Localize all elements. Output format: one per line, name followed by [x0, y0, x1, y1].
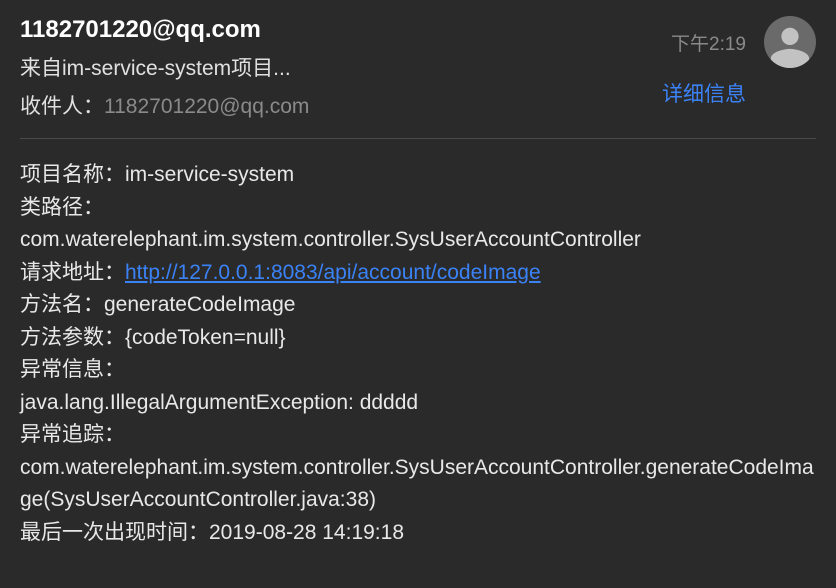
email-subject: 来自im-service-system项目... [20, 52, 596, 82]
url-label: 请求地址： [20, 257, 125, 290]
lasttime-value: 2019-08-28 14:19:18 [209, 517, 404, 550]
avatar[interactable] [764, 16, 816, 68]
classpath-label: 类路径： [20, 192, 816, 225]
person-icon [767, 22, 813, 68]
details-link[interactable]: 详细信息 [662, 78, 746, 108]
method-label: 方法名： [20, 289, 104, 322]
params-value: {codeToken=null} [125, 322, 286, 355]
email-body: 项目名称： im-service-system 类路径： com.waterel… [20, 159, 816, 550]
params-label: 方法参数： [20, 322, 125, 355]
recipient-label: 收件人： [20, 95, 104, 118]
request-url-link[interactable]: http://127.0.0.1:8083/api/account/codeIm… [125, 257, 541, 290]
recipient-address: 1182701220@qq.com [104, 95, 309, 118]
project-label: 项目名称： [20, 159, 125, 192]
project-value: im-service-system [125, 159, 294, 192]
lasttime-label: 最后一次出现时间： [20, 517, 209, 550]
timestamp: 下午2:19 [671, 29, 746, 56]
exception-value: java.lang.IllegalArgumentException: dddd… [20, 387, 816, 420]
sender-address: 1182701220@qq.com [20, 16, 596, 44]
classpath-value: com.waterelephant.im.system.controller.S… [20, 224, 816, 257]
trace-value: com.waterelephant.im.system.controller.S… [20, 452, 816, 517]
trace-label: 异常追踪： [20, 419, 816, 452]
divider [20, 138, 816, 139]
method-value: generateCodeImage [104, 289, 295, 322]
exception-label: 异常信息： [20, 354, 816, 387]
